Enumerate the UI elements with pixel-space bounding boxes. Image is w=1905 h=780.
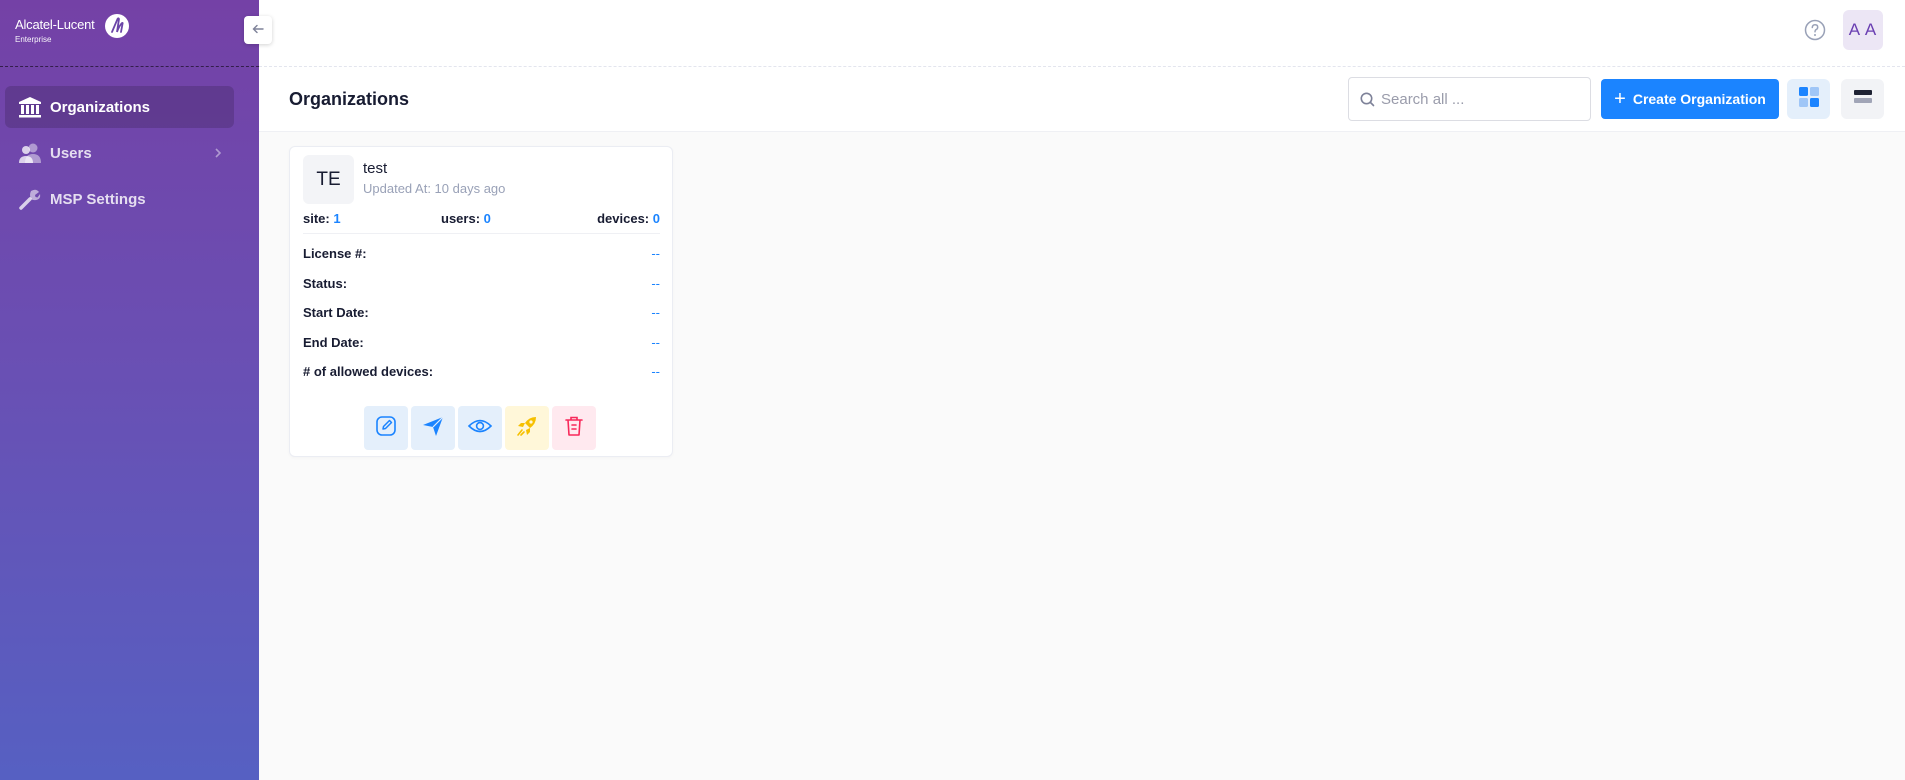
detail-label: Status: (303, 275, 348, 291)
sidebar-item-label: Users (50, 144, 92, 162)
users-icon (16, 140, 44, 166)
sidebar-nav: Organizations Users MSP Settings (5, 86, 234, 224)
sidebar-item-organizations[interactable]: Organizations (5, 86, 234, 128)
launch-button[interactable] (505, 406, 549, 450)
organization-actions (364, 406, 596, 450)
page-toolbar: Organizations + Create Organization (259, 67, 1905, 132)
site-count-value: 1 (333, 211, 341, 226)
organization-updated-at: Updated At: 10 days ago (363, 181, 506, 196)
sidebar-item-users[interactable]: Users (5, 132, 234, 174)
grid-view-button[interactable] (1787, 79, 1830, 119)
search-input[interactable] (1381, 79, 1581, 119)
detail-row-allowed-devices: # of allowed devices: -- (303, 364, 660, 394)
list-icon (1853, 88, 1873, 111)
delete-button[interactable] (552, 406, 596, 450)
brand-logo-icon (105, 14, 129, 38)
list-view-button[interactable] (1841, 79, 1884, 119)
detail-row-end-date: End Date: -- (303, 335, 660, 365)
detail-label: Start Date: (303, 305, 369, 320)
grid-icon (1798, 86, 1820, 113)
bank-icon (16, 94, 44, 120)
site-count: site: 1 (303, 211, 341, 226)
detail-label: License #: (303, 246, 367, 261)
create-organization-button[interactable]: + Create Organization (1601, 79, 1779, 119)
organization-details: License #: -- Status: -- Start Date: -- … (303, 246, 660, 394)
view-button[interactable] (458, 406, 502, 450)
sidebar-item-label: Organizations (50, 98, 151, 116)
detail-value: -- (651, 334, 660, 350)
sidebar-item-msp-settings[interactable]: MSP Settings (5, 178, 234, 220)
detail-value: -- (651, 305, 660, 320)
detail-row-status: Status: -- (303, 276, 660, 306)
devices-count: devices: 0 (597, 211, 660, 226)
trash-icon (563, 414, 585, 443)
detail-row-license: License #: -- (303, 246, 660, 276)
organization-name[interactable]: test (363, 160, 387, 177)
question-circle-icon[interactable] (1803, 18, 1827, 42)
users-count-value: 0 (483, 211, 491, 226)
detail-value: -- (651, 275, 660, 291)
brand: Alcatel-Lucent Enterprise (0, 0, 259, 67)
brand-name: Alcatel-Lucent (15, 17, 95, 32)
arrow-left-icon (252, 21, 264, 39)
users-count: users: 0 (441, 211, 491, 226)
sidebar-item-label: MSP Settings (50, 190, 146, 208)
user-avatar[interactable]: A A (1843, 10, 1883, 50)
plus-icon: + (1614, 88, 1626, 110)
send-button[interactable] (411, 406, 455, 450)
send-icon (421, 414, 445, 443)
brand-subtitle: Enterprise (15, 35, 52, 44)
detail-row-start-date: Start Date: -- (303, 305, 660, 335)
page-title: Organizations (289, 89, 410, 109)
edit-icon (374, 414, 398, 443)
create-organization-label: Create Organization (1632, 91, 1766, 107)
site-count-label: site: (303, 211, 330, 226)
eye-icon (467, 414, 493, 443)
chevron-right-icon (214, 146, 222, 164)
organization-stats: site: 1 users: 0 devices: 0 (303, 211, 660, 234)
wrench-icon (16, 186, 44, 212)
detail-label: End Date: (303, 334, 364, 350)
rocket-icon (515, 414, 539, 443)
organization-card[interactable]: TE test Updated At: 10 days ago site: 1 … (289, 146, 673, 457)
detail-value: -- (651, 246, 660, 261)
search-box (1348, 77, 1591, 121)
devices-count-label: devices: (597, 211, 650, 226)
organization-avatar: TE (303, 155, 354, 204)
search-icon (1360, 92, 1375, 112)
detail-value: -- (651, 364, 660, 379)
top-header: A A (259, 0, 1905, 67)
detail-label: # of allowed devices: (303, 364, 434, 379)
edit-button[interactable] (364, 406, 408, 450)
sidebar: Alcatel-Lucent Enterprise Organizations (0, 0, 259, 780)
devices-count-value: 0 (652, 211, 660, 226)
sidebar-collapse-button[interactable] (244, 16, 272, 44)
users-count-label: users: (441, 211, 481, 226)
